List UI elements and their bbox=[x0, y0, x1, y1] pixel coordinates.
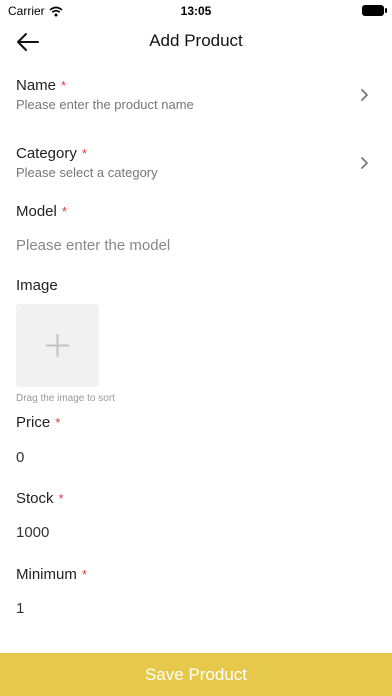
status-time: 13:05 bbox=[180, 4, 212, 18]
model-placeholder: Please enter the model bbox=[16, 237, 171, 254]
minimum-value: 1 bbox=[16, 600, 25, 617]
model-section: Model * bbox=[16, 203, 376, 221]
price-value: 0 bbox=[16, 449, 25, 466]
chevron-right-icon bbox=[361, 89, 368, 101]
image-upload-button[interactable] bbox=[16, 304, 99, 387]
required-mark: * bbox=[58, 491, 64, 506]
required-mark: * bbox=[61, 204, 67, 219]
chevron-right-icon bbox=[361, 157, 368, 169]
category-label: Category bbox=[16, 145, 77, 162]
price-input[interactable]: 0 bbox=[16, 449, 376, 467]
model-label: Model bbox=[16, 203, 57, 220]
required-mark: * bbox=[61, 78, 67, 93]
image-section: Image bbox=[16, 277, 376, 295]
stock-value: 1000 bbox=[16, 524, 50, 541]
nav-bar: Add Product bbox=[0, 22, 392, 62]
minimum-section: Minimum * bbox=[16, 566, 376, 584]
required-mark: * bbox=[81, 146, 87, 161]
model-input[interactable]: Please enter the model bbox=[16, 237, 376, 255]
category-field[interactable]: Category * Please select a category bbox=[16, 145, 376, 187]
name-field[interactable]: Name * Please enter the product name bbox=[16, 77, 376, 119]
minimum-input[interactable]: 1 bbox=[16, 600, 376, 618]
required-mark: * bbox=[81, 567, 87, 582]
image-label: Image bbox=[16, 277, 58, 294]
stock-label: Stock bbox=[16, 490, 54, 507]
image-sort-hint: Drag the image to sort bbox=[16, 393, 115, 404]
battery-icon bbox=[362, 5, 387, 16]
stock-input[interactable]: 1000 bbox=[16, 524, 376, 542]
name-label: Name bbox=[16, 77, 57, 94]
category-placeholder: Please select a category bbox=[16, 165, 158, 180]
required-mark: * bbox=[55, 415, 61, 430]
page-title: Add Product bbox=[149, 31, 243, 50]
plus-icon bbox=[46, 334, 69, 357]
price-label: Price bbox=[16, 414, 51, 431]
name-placeholder: Please enter the product name bbox=[16, 97, 194, 112]
save-product-button[interactable]: Save Product bbox=[0, 653, 392, 696]
price-section: Price * bbox=[16, 414, 376, 432]
stock-section: Stock * bbox=[16, 490, 376, 508]
minimum-label: Minimum bbox=[16, 566, 77, 583]
status-bar: Carrier 13:05 bbox=[0, 0, 392, 22]
